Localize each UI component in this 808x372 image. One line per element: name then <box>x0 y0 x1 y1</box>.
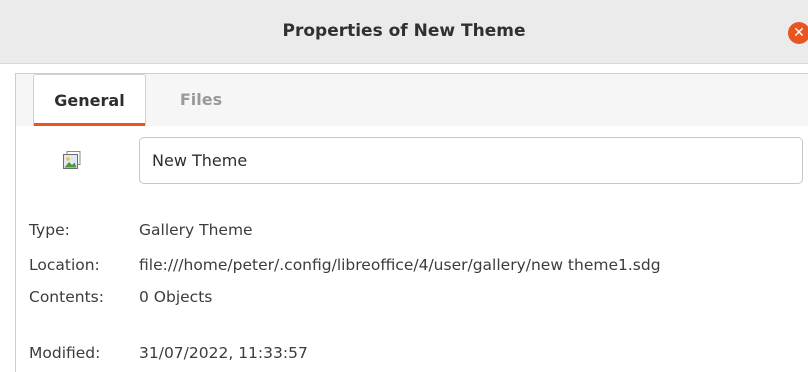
contents-label: Contents: <box>29 288 104 306</box>
close-icon: ✕ <box>793 25 805 41</box>
image-icon <box>63 151 81 169</box>
theme-properties-dialog: Properties of New Theme ✕ General Files … <box>0 0 808 372</box>
theme-name-input[interactable] <box>139 137 803 184</box>
contents-value: 0 Objects <box>139 288 213 306</box>
dialog-title: Properties of New Theme <box>282 21 526 41</box>
type-label: Type: <box>29 221 70 239</box>
tab-general[interactable]: General <box>33 74 146 126</box>
modified-label: Modified: <box>29 344 101 362</box>
tab-files[interactable]: Files <box>161 74 241 126</box>
type-value: Gallery Theme <box>139 221 253 239</box>
title-bar: Properties of New Theme ✕ <box>0 0 808 64</box>
location-value: file:///home/peter/.config/libreoffice/4… <box>139 256 661 274</box>
close-button[interactable]: ✕ <box>788 22 808 44</box>
modified-value: 31/07/2022, 11:33:57 <box>139 344 308 362</box>
location-label: Location: <box>29 256 100 274</box>
tab-bar: General Files <box>15 73 808 127</box>
